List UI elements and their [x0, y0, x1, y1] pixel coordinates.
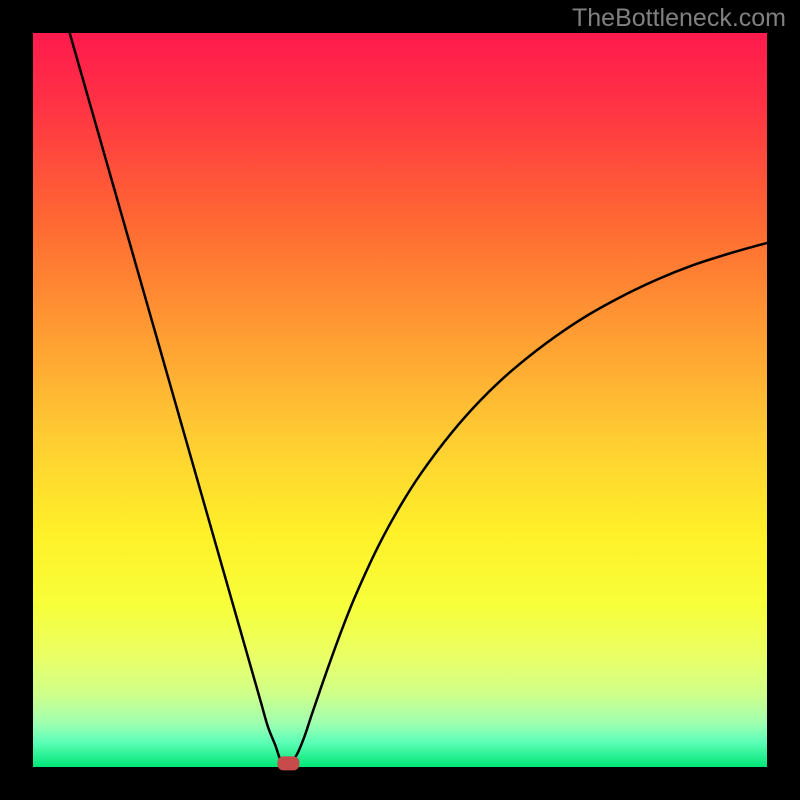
optimal-point-marker: [277, 756, 299, 770]
chart-svg: [0, 0, 800, 800]
chart-root: TheBottleneck.com: [0, 0, 800, 800]
plot-background: [33, 33, 767, 767]
